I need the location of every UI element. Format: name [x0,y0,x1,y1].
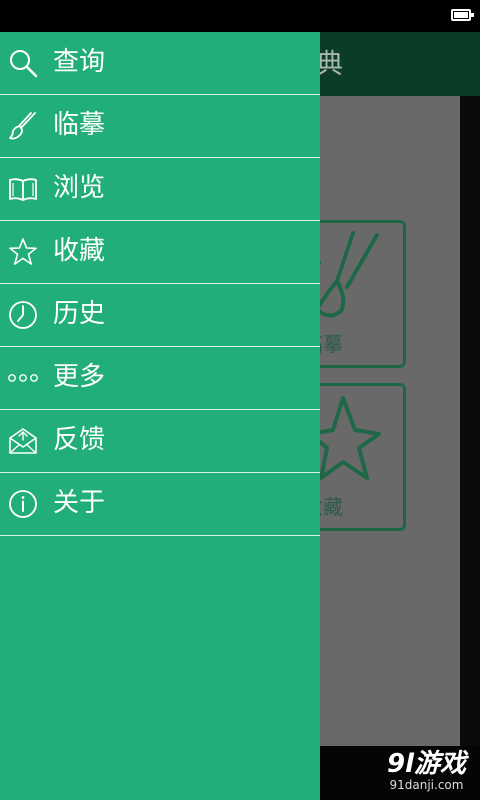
battery-level [454,12,468,18]
menu-item-history[interactable]: 历史 [0,284,320,347]
navigation-drawer: 查询 临摹 浏览 收藏 历史 更多 反馈 关于 [0,32,320,800]
brush-icon [9,112,36,140]
menu-item-search[interactable]: 查询 [0,32,320,95]
book-icon [9,178,37,201]
menu-item-label: 历史 [53,299,106,329]
more-icon [8,374,38,382]
menu-item-label: 收藏 [53,236,106,266]
menu-item-about[interactable]: 关于 [0,473,320,536]
info-icon [9,490,37,518]
menu-item-more[interactable]: 更多 [0,347,320,410]
menu-item-label: 临摹 [53,110,106,140]
menu-item-label: 反馈 [53,425,106,455]
menu-item-label: 浏览 [53,173,106,203]
mail-icon [9,428,37,454]
watermark: 9l游戏 91danji.com [387,750,466,792]
menu-item-favorites[interactable]: 收藏 [0,221,320,284]
search-icon [10,50,38,78]
menu-item-browse[interactable]: 浏览 [0,158,320,221]
menu-item-feedback[interactable]: 反馈 [0,410,320,473]
status-bar [0,0,480,32]
battery-icon [451,9,474,21]
menu-item-copy[interactable]: 临摹 [0,95,320,158]
menu-item-label: 查询 [53,47,106,77]
watermark-logo: 9l游戏 [386,749,466,779]
app-title: 典 [316,49,343,80]
menu-item-label: 更多 [53,362,106,392]
clock-icon [9,301,37,329]
watermark-url: 91danji.com [389,778,464,792]
star-icon [9,238,37,265]
menu-item-label: 关于 [53,488,106,518]
